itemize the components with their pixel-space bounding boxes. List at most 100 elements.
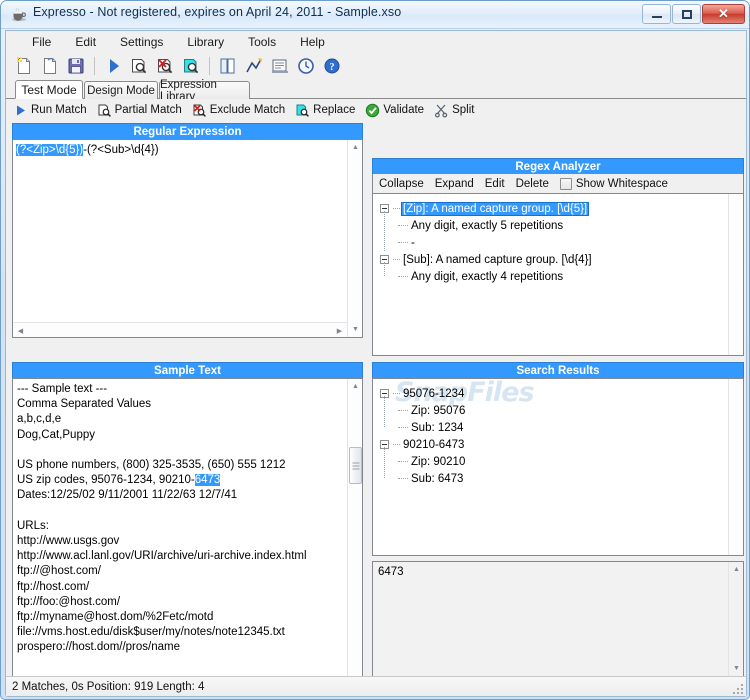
scroll-up-icon[interactable]: ▲ — [348, 140, 362, 155]
tab-design-mode[interactable]: Design Mode — [84, 81, 158, 99]
scroll-thumb[interactable] — [349, 447, 362, 484]
group-label: Sub: 6473 — [411, 472, 464, 485]
close-button[interactable]: ✕ — [702, 4, 745, 24]
match-detail-textbox[interactable]: 6473 ▲ ▼ ◀ ▶ — [372, 561, 744, 692]
tree-connector — [398, 427, 408, 428]
tree-node-label: Any digit, exactly 5 repetitions — [411, 219, 564, 232]
open-document-icon[interactable] — [38, 54, 62, 78]
menu-help[interactable]: Help — [288, 33, 337, 51]
regex-panel-title: Regular Expression — [12, 123, 363, 139]
menu-tools[interactable]: Tools — [236, 33, 288, 51]
sample-text-after: Dates:12/25/02 9/11/2001 11/22/63 12/7/4… — [17, 489, 307, 654]
report-icon[interactable] — [268, 54, 292, 78]
search-results-tree[interactable]: SnapFiles 95076-1234 Zip: 95076 Sub: 123… — [372, 378, 744, 556]
search-results-panel: Search Results SnapFiles 95076-1234 Zip:… — [372, 362, 744, 556]
tree-child-zip-digits[interactable]: Any digit, exactly 5 repetitions — [398, 217, 593, 234]
sample-text-input[interactable]: --- Sample text --- Comma Separated Valu… — [12, 378, 363, 692]
new-document-icon[interactable] — [12, 54, 36, 78]
tab-label: Test Mode — [21, 82, 77, 97]
collapse-button[interactable]: Collapse — [379, 178, 424, 190]
menu-edit[interactable]: Edit — [63, 33, 108, 51]
run-match-icon[interactable] — [101, 54, 125, 78]
group-label: Zip: 90210 — [411, 455, 466, 468]
partial-match-button[interactable]: Partial Match — [97, 103, 182, 118]
replace-icon[interactable] — [179, 54, 203, 78]
sample-panel-title: Sample Text — [12, 362, 363, 378]
checkbox-label: Show Whitespace — [575, 177, 668, 190]
regex-vertical-scrollbar[interactable]: ▲ ▼ — [347, 140, 362, 337]
action-label: Validate — [383, 104, 425, 116]
analyzer-tree-view[interactable]: [Zip]: A named capture group. [\d{5}] An… — [372, 193, 744, 356]
result-group-zip-2[interactable]: Zip: 90210 — [398, 453, 466, 470]
scroll-up-icon[interactable]: ▲ — [729, 562, 743, 577]
scroll-down-icon[interactable]: ▼ — [348, 322, 362, 337]
results-vertical-scrollbar[interactable] — [728, 379, 743, 555]
replace-icon — [295, 103, 310, 118]
menu-file[interactable]: File — [20, 33, 63, 51]
scroll-down-icon[interactable]: ▼ — [729, 661, 743, 676]
exclude-match-icon[interactable] — [153, 54, 177, 78]
resize-grip-icon[interactable] — [731, 682, 743, 694]
match-detail-value: 6473 — [378, 566, 404, 578]
delete-button[interactable]: Delete — [516, 178, 549, 190]
coffee-cup-icon — [10, 6, 28, 24]
tree-connector — [398, 410, 408, 411]
sample-text-panel: Sample Text --- Sample text --- Comma Se… — [12, 362, 363, 692]
expand-button[interactable]: Expand — [435, 178, 474, 190]
tree-connector — [393, 208, 400, 209]
regex-input[interactable]: (?<Zip>\d{5})-(?<Sub>\d{4}) ▲ ▼ ◀ ▶ — [12, 139, 363, 338]
menu-settings[interactable]: Settings — [108, 33, 175, 51]
result-group-sub-2[interactable]: Sub: 6473 — [398, 470, 466, 487]
regex-selected-text: (?<Zip>\d{5}) — [16, 144, 84, 156]
result-match-2[interactable]: 90210-6473 — [380, 436, 466, 453]
split-button[interactable]: Split — [434, 103, 474, 118]
action-label: Partial Match — [114, 104, 182, 116]
partial-match-icon[interactable] — [127, 54, 151, 78]
sample-text-highlight: 6473 — [194, 474, 221, 487]
results-title-label: Search Results — [516, 364, 600, 377]
replace-button[interactable]: Replace — [295, 103, 355, 118]
tab-expression-library[interactable]: Expression Library — [159, 79, 250, 103]
analyzer-panel-title: Regex Analyzer — [372, 158, 744, 174]
analyzer-vertical-scrollbar[interactable] — [728, 194, 743, 355]
maximize-button[interactable] — [672, 4, 701, 24]
group-label: Sub: 1234 — [411, 421, 464, 434]
group-label: Zip: 95076 — [411, 404, 466, 417]
library-book-icon[interactable] — [216, 54, 240, 78]
tree-node-literal-dash[interactable]: - — [380, 226, 593, 251]
menu-library[interactable]: Library — [175, 33, 236, 51]
analyze-chart-icon[interactable] — [242, 54, 266, 78]
detail-vertical-scrollbar[interactable]: ▲ ▼ — [728, 562, 743, 676]
regex-analyzer-panel: Regex Analyzer Collapse Expand Edit Dele… — [372, 158, 744, 356]
sample-vertical-scrollbar[interactable]: ▲ ▼ — [347, 379, 362, 691]
minimize-button[interactable] — [642, 4, 671, 24]
exclude-match-button[interactable]: Exclude Match — [192, 103, 285, 118]
save-icon[interactable] — [64, 54, 88, 78]
scroll-right-icon[interactable]: ▶ — [332, 323, 347, 337]
scroll-up-icon[interactable]: ▲ — [348, 379, 362, 394]
show-whitespace-checkbox[interactable]: Show Whitespace — [559, 177, 668, 190]
action-label: Split — [452, 104, 475, 116]
result-match-1[interactable]: 95076-1234 — [380, 385, 466, 402]
tab-test-mode[interactable]: Test Mode — [15, 80, 83, 99]
status-bar: 2 Matches, 0s Position: 919 Length: 4 — [6, 676, 746, 696]
help-icon[interactable]: ? — [320, 54, 344, 78]
action-label: Exclude Match — [209, 104, 286, 116]
scroll-left-icon[interactable]: ◀ — [13, 323, 28, 337]
tree-child-sub-digits[interactable]: Any digit, exactly 4 repetitions — [398, 268, 593, 285]
tree-connector — [398, 242, 408, 243]
tree-node-label: [Sub]: A named capture group. [\d{4}] — [403, 253, 592, 266]
history-clock-icon[interactable] — [294, 54, 318, 78]
checkbox-box — [559, 177, 572, 190]
tree-node-sub[interactable]: [Sub]: A named capture group. [\d{4}] — [380, 251, 593, 268]
tree-node-label: Any digit, exactly 4 repetitions — [411, 270, 564, 283]
validate-button[interactable]: Validate — [365, 103, 424, 118]
action-label: Replace — [313, 104, 356, 116]
regex-horizontal-scrollbar[interactable]: ◀ ▶ — [13, 322, 347, 337]
tree-node-zip[interactable]: [Zip]: A named capture group. [\d{5}] — [380, 200, 593, 217]
edit-button[interactable]: Edit — [485, 178, 505, 190]
result-group-zip-1[interactable]: Zip: 95076 — [398, 402, 466, 419]
result-group-sub-1[interactable]: Sub: 1234 — [398, 419, 466, 436]
run-match-button[interactable]: Run Match — [13, 103, 87, 118]
match-label: 90210-6473 — [403, 438, 465, 451]
